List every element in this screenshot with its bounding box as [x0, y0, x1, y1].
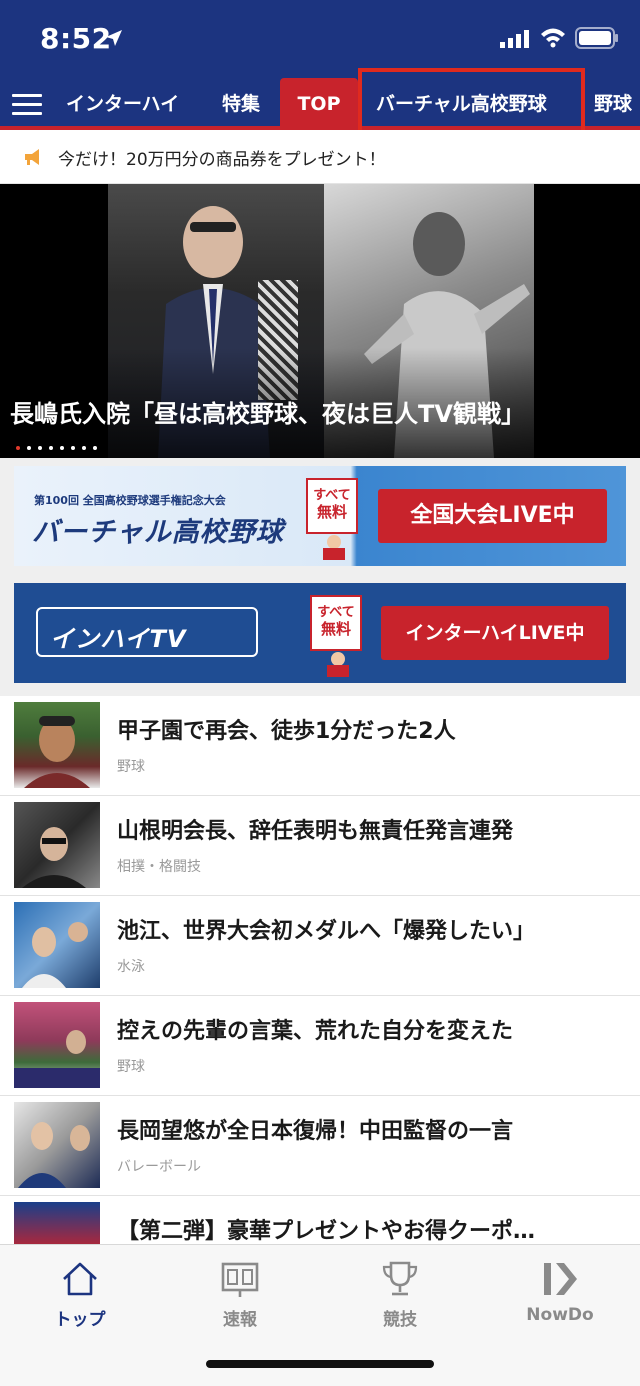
badge-top: すべて [317, 605, 355, 620]
bottom-tab-breaking[interactable]: 速報 [185, 1259, 295, 1330]
nowdo-icon [544, 1263, 577, 1295]
tab-highlight-box [358, 68, 585, 135]
article-title: 山根明会長、辞任表明も無責任発言連発 [117, 819, 514, 844]
carousel-dot[interactable] [27, 446, 31, 450]
bottom-tab-label: トップ [54, 1310, 106, 1330]
article-thumbnail [14, 702, 100, 788]
bottom-tab-label: 速報 [223, 1310, 257, 1330]
free-badge: すべて 無料 [310, 595, 362, 651]
article-category: 野球 [117, 759, 145, 775]
free-badge: すべて 無料 [306, 478, 358, 534]
hero-title[interactable]: 長嶋氏入院「昼は高校野球、夜は巨人TV観戦」 [10, 394, 525, 429]
tab-top[interactable]: TOP [280, 78, 358, 130]
article-thumbnail [14, 802, 100, 888]
banner-logo: インハイTV [50, 625, 187, 653]
live-cta-button[interactable]: 全国大会LIVE中 [378, 489, 607, 543]
article-item[interactable]: 控えの先輩の言葉、荒れた自分を変えた 野球 [0, 996, 640, 1096]
article-thumbnail [14, 902, 100, 988]
article-title: 【第二弾】豪華プレゼントやお得クーポ… [117, 1219, 536, 1244]
status-bar: 8:52 [0, 0, 640, 78]
scoreboard-icon [221, 1262, 259, 1297]
article-title: 長岡望悠が全日本復帰！中田監督の一言 [117, 1119, 514, 1144]
notice-bar[interactable]: 今だけ！20万円分の商品券をプレゼント！ [0, 130, 640, 184]
article-item[interactable]: 山根明会長、辞任表明も無責任発言連発 相撲・格闘技 [0, 796, 640, 896]
bottom-tab-label: 競技 [383, 1310, 417, 1330]
live-cta-button[interactable]: インターハイLIVE中 [381, 606, 609, 660]
carousel-dots [16, 435, 104, 454]
inter-high-tv-banner[interactable]: インハイTV すべて 無料 インターハイLIVE中 [14, 583, 626, 683]
carousel-dot[interactable] [60, 446, 64, 450]
status-time: 8:52 [40, 22, 112, 55]
bottom-tab-sports[interactable]: 競技 [345, 1259, 455, 1330]
carousel-dot[interactable] [49, 446, 53, 450]
wifi-icon [541, 28, 565, 48]
banner-subtitle: 第100回 全国高校野球選手権記念大会 [34, 494, 226, 507]
menu-icon[interactable] [12, 94, 42, 116]
carousel-dot[interactable] [38, 446, 42, 450]
cellular-signal-icon [500, 30, 529, 48]
virtual-koshien-banner[interactable]: 第100回 全国高校野球選手権記念大会 バーチャル高校野球 すべて 無料 全国大… [14, 466, 626, 566]
article-title: 控えの先輩の言葉、荒れた自分を変えた [117, 1019, 514, 1044]
article-item[interactable]: 甲子園で再会、徒歩1分だった2人 野球 [0, 696, 640, 796]
carousel-dot[interactable] [82, 446, 86, 450]
tab-baseball[interactable]: 野球 [594, 78, 632, 130]
tab-feature[interactable]: 特集 [222, 78, 260, 130]
megaphone-icon [25, 149, 39, 165]
carousel-dot[interactable] [93, 446, 97, 450]
article-title: 甲子園で再会、徒歩1分だった2人 [117, 719, 456, 744]
badge-top: すべて [313, 488, 351, 503]
banner-logo-frame: インハイTV [36, 607, 258, 657]
carousel-dot[interactable] [16, 446, 20, 450]
article-thumbnail [14, 1002, 100, 1088]
badge-bottom: 無料 [320, 620, 351, 638]
article-item[interactable]: 池江、世界大会初メダルへ「爆発したい」 水泳 [0, 896, 640, 996]
home-icon [63, 1262, 97, 1296]
bottom-tab-label: NowDo [526, 1305, 594, 1325]
battery-icon [575, 27, 618, 49]
article-category: 野球 [117, 1059, 145, 1075]
article-title: 池江、世界大会初メダルへ「爆発したい」 [117, 919, 536, 944]
article-category: バレーボール [117, 1159, 201, 1175]
article-thumbnail [14, 1102, 100, 1188]
tab-inter-high[interactable]: インターハイ [66, 78, 179, 130]
mascot-icon [323, 535, 345, 560]
badge-bottom: 無料 [316, 503, 347, 521]
home-indicator[interactable] [206, 1360, 434, 1368]
banner-logo: バーチャル高校野球 [32, 517, 284, 548]
bottom-tab-nowdo[interactable]: NowDo [505, 1259, 615, 1325]
bottom-tab-top[interactable]: トップ [25, 1259, 135, 1330]
article-category: 相撲・格闘技 [117, 859, 201, 875]
article-item[interactable]: 長岡望悠が全日本復帰！中田監督の一言 バレーボール [0, 1096, 640, 1196]
hero-carousel[interactable]: 長嶋氏入院「昼は高校野球、夜は巨人TV観戦」 [0, 184, 640, 458]
mascot-icon [327, 652, 349, 677]
notice-text: 今だけ！20万円分の商品券をプレゼント！ [58, 150, 386, 170]
location-arrow-icon [106, 30, 122, 46]
trophy-icon [382, 1261, 418, 1296]
article-category: 水泳 [117, 959, 145, 975]
carousel-dot[interactable] [71, 446, 75, 450]
